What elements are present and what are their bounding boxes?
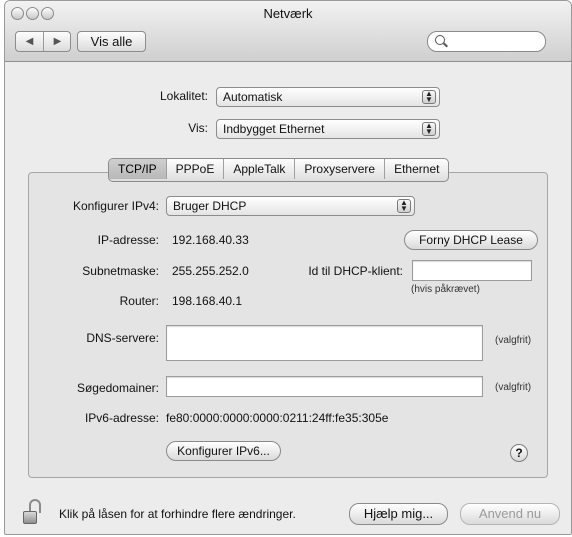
dhcp-client-id-label: Id til DHCP-klient: xyxy=(308,264,403,278)
dns-servers-label: DNS-servere: xyxy=(86,331,159,345)
lock-message: Klik på låsen for at forhindre flere ænd… xyxy=(59,507,296,521)
subnet-mask-label: Subnetmaske: xyxy=(82,264,159,278)
configure-ipv6-button[interactable]: Konfigurer IPv6... xyxy=(166,441,281,461)
show-label: Vis: xyxy=(188,121,208,135)
lock-icon[interactable] xyxy=(23,499,45,525)
tab-bar: TCP/IP PPPoE AppleTalk Proxyservere Ethe… xyxy=(108,158,450,182)
search-domains-label: Søgedomainer: xyxy=(76,381,159,395)
renew-dhcp-lease-button[interactable]: Forny DHCP Lease xyxy=(404,230,538,250)
location-label: Lokalitet: xyxy=(159,89,208,103)
configure-ipv4-popup[interactable]: Bruger DHCP ▲ ▼ xyxy=(166,196,415,216)
show-value: Indbygget Ethernet xyxy=(223,122,325,136)
tab-proxies[interactable]: Proxyservere xyxy=(295,159,386,179)
show-all-button[interactable]: Vis alle xyxy=(77,31,146,52)
footer: Klik på låsen for at forhindre flere ænd… xyxy=(5,489,571,534)
subnet-mask-value: 255.255.252.0 xyxy=(172,264,249,278)
assist-me-button[interactable]: Hjælp mig... xyxy=(349,503,448,525)
title-bar: Netværk ◀ ▶ Vis alle xyxy=(5,1,571,62)
window-title: Netværk xyxy=(263,6,313,21)
dns-servers-hint: (valgfrit) xyxy=(495,335,532,346)
search-field[interactable] xyxy=(427,31,546,52)
tab-pppoe[interactable]: PPPoE xyxy=(167,159,225,179)
back-forward-control: ◀ ▶ xyxy=(15,31,71,52)
ip-address-value: 192.168.40.33 xyxy=(172,233,249,247)
tab-ethernet[interactable]: Ethernet xyxy=(385,159,448,179)
ip-address-label: IP-adresse: xyxy=(97,233,159,247)
tab-tcpip[interactable]: TCP/IP xyxy=(109,159,167,179)
help-icon[interactable]: ? xyxy=(510,444,528,462)
popup-arrows-icon: ▲ ▼ xyxy=(397,199,411,213)
ipv6-address-value: fe80:0000:0000:0000:0211:24ff:fe35:305e xyxy=(166,411,389,425)
search-domains-hint: (valgfrit) xyxy=(495,382,532,393)
network-preferences-window: Netværk ◀ ▶ Vis alle Lokalitet: Automati… xyxy=(4,0,572,535)
dhcp-client-id-field[interactable] xyxy=(412,260,532,281)
search-icon-handle xyxy=(443,42,448,48)
search-domains-field[interactable] xyxy=(166,376,483,397)
popup-arrows-icon: ▲ ▼ xyxy=(422,90,436,104)
lock-body xyxy=(23,511,37,524)
apply-now-button[interactable]: Anvend nu xyxy=(460,503,560,525)
location-popup[interactable]: Automatisk ▲ ▼ xyxy=(216,87,440,107)
show-popup[interactable]: Indbygget Ethernet ▲ ▼ xyxy=(216,119,440,139)
popup-arrows-icon: ▲ ▼ xyxy=(422,122,436,136)
configure-ipv4-value: Bruger DHCP xyxy=(173,199,247,213)
router-value: 198.168.40.1 xyxy=(172,294,243,308)
back-button[interactable]: ◀ xyxy=(16,32,43,51)
dns-servers-field[interactable] xyxy=(166,325,483,361)
forward-button[interactable]: ▶ xyxy=(44,32,71,51)
dhcp-client-id-hint: (hvis påkrævet) xyxy=(411,284,480,295)
tab-appletalk[interactable]: AppleTalk xyxy=(224,159,296,179)
router-label: Router: xyxy=(119,294,159,308)
ipv6-address-label: IPv6-adresse: xyxy=(84,411,159,425)
location-value: Automatisk xyxy=(223,90,283,104)
configure-ipv4-label: Konfigurer IPv4: xyxy=(72,199,159,213)
